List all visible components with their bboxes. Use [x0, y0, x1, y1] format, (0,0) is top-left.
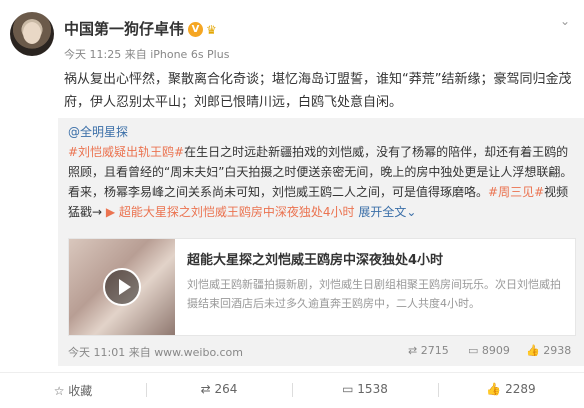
comment-icon: ▭ [342, 382, 358, 396]
repost-box: @全明星探 #刘恺威疑出轨王鸥#在生日之时远赴新疆拍戏的刘恺威，没有了杨幂的陪伴… [58, 118, 584, 366]
crown-icon: ♛ [206, 22, 217, 37]
favorite-button[interactable]: ☆ 收藏 [0, 382, 146, 399]
comment-button[interactable]: ▭ 1538 [292, 382, 438, 396]
like-button[interactable]: 👍 2289 [438, 382, 584, 396]
repost-icon: ⇄ [408, 344, 421, 357]
repost-button[interactable]: ⇄ 264 [146, 382, 292, 396]
comment-icon: ▭ [468, 344, 482, 357]
star-icon: ☆ [53, 384, 69, 398]
repost-count: 2715 [420, 344, 449, 357]
username[interactable]: 中国第一狗仔卓伟 V ♛ [64, 18, 217, 39]
video-link-icon: ▶ [102, 205, 119, 219]
verified-badge-icon: V [188, 22, 204, 37]
play-icon[interactable] [103, 268, 141, 306]
chevron-down-icon[interactable]: ⌄ [560, 14, 574, 28]
avatar[interactable] [10, 12, 54, 56]
hashtag-link[interactable]: #刘恺威疑出轨王鸥# [68, 145, 184, 159]
repost-text: @全明星探 #刘恺威疑出轨王鸥#在生日之时远赴新疆拍戏的刘恺威，没有了杨幂的陪伴… [68, 122, 574, 222]
post-meta: 今天 11:25 来自 iPhone 6s Plus [64, 48, 230, 61]
repost-stat[interactable]: ⇄ 2715 [408, 344, 449, 357]
like-icon: 👍 [486, 382, 506, 396]
comment-stat[interactable]: ▭ 8909 [468, 344, 510, 357]
hashtag-link[interactable]: #周三见# [488, 185, 544, 199]
like-count: 2938 [543, 344, 572, 357]
video-card[interactable]: 超能大星探之刘恺威王鸥房中深夜独处4小时 刘恺威王鸥新疆拍摄新剧，刘恺威生日剧组… [68, 238, 576, 336]
expand-link[interactable]: 展开全文⌄ [358, 205, 416, 219]
video-card-title[interactable]: 超能大星探之刘恺威王鸥房中深夜独处4小时 [187, 249, 443, 268]
video-card-description: 刘恺威王鸥新疆拍摄新剧，刘恺威生日剧组相聚王鸥房间玩乐。次日刘恺威拍摄结束回酒店… [187, 278, 561, 310]
repost-icon: ⇄ [200, 382, 215, 396]
post-header: 中国第一狗仔卓伟 V ♛ 今天 11:25 来自 iPhone 6s Plus ⌄ [0, 0, 584, 70]
repost-count: 264 [214, 382, 238, 396]
username-text[interactable]: 中国第一狗仔卓伟 [64, 20, 184, 38]
favorite-label: 收藏 [68, 384, 93, 398]
video-link[interactable]: 超能大星探之刘恺威王鸥房中深夜独处4小时 [119, 205, 355, 219]
video-thumbnail[interactable] [69, 239, 175, 335]
expand-label[interactable]: 展开全文 [358, 205, 406, 219]
comment-count: 8909 [481, 344, 510, 357]
repost-footer: 今天 11:01 来自 www.weibo.com ⇄ 2715 ▭ 8909 … [68, 342, 574, 362]
repost-time: 今天 11:01 来自 www.weibo.com [68, 346, 243, 359]
repost-author[interactable]: @全明星探 [68, 125, 128, 139]
like-stat[interactable]: 👍 2938 [526, 344, 571, 357]
chevron-down-icon: ⌄ [406, 205, 417, 219]
like-count: 2289 [505, 382, 536, 396]
action-bar: ☆ 收藏 ⇄ 264 ▭ 1538 👍 2289 [0, 372, 584, 408]
comment-count: 1538 [357, 382, 388, 396]
like-icon: 👍 [526, 344, 544, 357]
post-text: 祸从复出心怦然，聚散离合化奇谈；堪忆海岛订盟誓，谁知“莽荒”结新缘；豪驾同归金茂… [64, 72, 572, 110]
